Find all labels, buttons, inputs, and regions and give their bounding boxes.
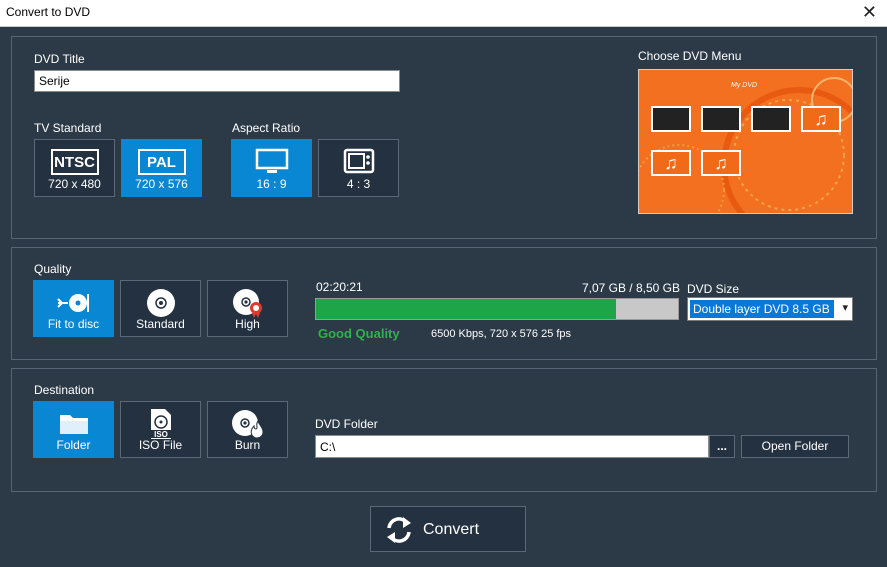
- menu-background-pattern: [639, 77, 852, 213]
- aspect-ratio-label: Aspect Ratio: [232, 121, 301, 135]
- folder-option-label: Folder: [56, 438, 91, 452]
- high-quality-option[interactable]: High: [207, 280, 288, 337]
- aspect-4-3-label: 4 : 3: [346, 177, 371, 191]
- music-note-icon: ♫: [801, 106, 841, 132]
- burn-disc-icon: [231, 410, 264, 439]
- aspect-16-9-label: 16 : 9: [256, 177, 287, 191]
- open-folder-button[interactable]: Open Folder: [741, 435, 849, 458]
- menu-thumbnail: [751, 106, 791, 132]
- dvd-folder-label: DVD Folder: [315, 417, 378, 431]
- iso-file-option-label: ISO File: [138, 438, 183, 452]
- aspect-4-3-option[interactable]: 4 : 3: [318, 139, 399, 197]
- quality-status-text: Good Quality: [318, 326, 400, 341]
- folder-icon: [59, 415, 88, 434]
- menu-thumbnail: [701, 106, 741, 132]
- convert-button[interactable]: Convert: [370, 506, 526, 552]
- ntsc-option[interactable]: NTSC 720 x 480: [34, 139, 115, 197]
- standard-quality-label: Standard: [136, 317, 185, 331]
- menu-preview-title: My DVD: [731, 82, 758, 89]
- dvd-title-label: DVD Title: [34, 52, 85, 66]
- destination-label: Destination: [34, 383, 95, 397]
- tv-standard-label: TV Standard: [34, 121, 102, 135]
- fit-to-disc-option[interactable]: Fit to disc: [33, 280, 114, 337]
- burn-option[interactable]: Burn: [207, 401, 288, 458]
- music-note-icon: ♫: [701, 150, 741, 176]
- pal-resolution: 720 x 576: [135, 177, 188, 191]
- size-progress-bar: [315, 298, 679, 320]
- ntsc-icon: NTSC: [50, 149, 99, 175]
- high-quality-disc-icon: [232, 289, 262, 318]
- window-title: Convert to DVD: [6, 5, 91, 19]
- dvd-size-select[interactable]: Double layer DVD 8.5 GB ▾: [687, 297, 853, 321]
- size-progress-fill: [316, 299, 617, 319]
- iso-file-icon: ISO: [150, 409, 171, 439]
- dvd-menu-label: Choose DVD Menu: [638, 49, 742, 63]
- ntsc-resolution: 720 x 480: [48, 177, 101, 191]
- standard-tv-icon: [343, 148, 374, 174]
- disc-icon: [146, 289, 175, 317]
- music-note-icon: ♫: [651, 150, 691, 176]
- close-icon[interactable]: ✕: [862, 2, 877, 22]
- quality-details-text: 6500 Kbps, 720 x 576 25 fps: [431, 328, 572, 340]
- dvd-size-label: DVD Size: [687, 282, 740, 296]
- standard-quality-option[interactable]: Standard: [120, 280, 201, 337]
- aspect-16-9-option[interactable]: 16 : 9: [231, 139, 312, 197]
- convert-label: Convert: [423, 521, 480, 538]
- pal-option[interactable]: PAL 720 x 576: [121, 139, 202, 197]
- folder-option[interactable]: Folder: [33, 401, 114, 458]
- title-bar: Convert to DVD ✕: [0, 0, 887, 27]
- fit-to-disc-icon: [56, 294, 89, 312]
- fit-to-disc-label: Fit to disc: [47, 317, 100, 331]
- quality-label: Quality: [34, 262, 72, 276]
- iso-file-option[interactable]: ISO ISO File: [120, 401, 201, 458]
- dvd-title-input[interactable]: [34, 70, 400, 92]
- dvd-folder-input[interactable]: [315, 435, 709, 458]
- chevron-down-icon: ▾: [842, 302, 848, 314]
- pal-icon: PAL: [137, 149, 186, 175]
- high-quality-label: High: [235, 317, 260, 331]
- widescreen-tv-icon: [255, 148, 288, 173]
- duration-text: 02:20:21: [316, 280, 363, 294]
- dvd-menu-preview[interactable]: My DVD ♫ ♫ ♫: [638, 69, 853, 214]
- size-usage-text: 7,07 GB / 8,50 GB: [581, 281, 680, 295]
- menu-thumbnail: [651, 106, 691, 132]
- burn-option-label: Burn: [234, 438, 261, 452]
- dvd-size-selected-value: Double layer DVD 8.5 GB: [690, 300, 834, 318]
- browse-folder-button[interactable]: ...: [709, 435, 735, 458]
- convert-icon: [387, 517, 411, 543]
